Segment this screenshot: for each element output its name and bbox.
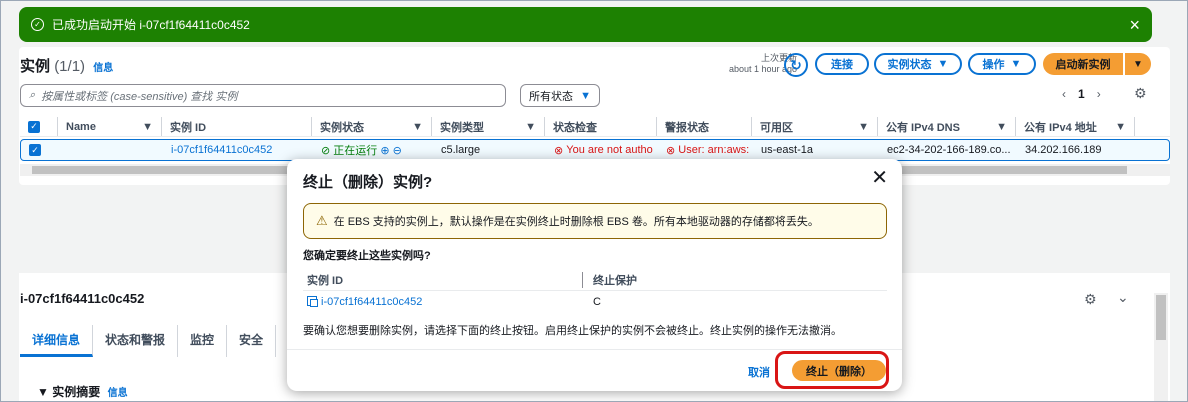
terminate-dialog: 终止（删除）实例? ✕ ⚠ 在 EBS 支持的实例上，默认操作是在实例终止时删除… <box>287 159 902 391</box>
close-icon[interactable]: ✕ <box>871 168 888 188</box>
table-header: 实例 ID 终止保护 <box>303 269 887 291</box>
instances-confirm-table: 实例 ID 终止保护 i-07cf1f64411c0c452 C <box>303 269 887 313</box>
warning-text: 在 EBS 支持的实例上，默认操作是在实例终止时删除根 EBS 卷。所有本地驱动… <box>333 216 819 228</box>
cell-instance-id[interactable]: i-07cf1f64411c0c452 <box>303 296 583 308</box>
terminate-button[interactable]: 终止（删除） <box>792 360 886 381</box>
col-instance-id: 实例 ID <box>303 271 583 288</box>
col-termination-protection: 终止保护 <box>593 274 637 287</box>
warning-icon: ⚠ <box>316 213 328 228</box>
confirm-note: 要确认您想要删除实例，请选择下面的终止按钮。启用终止保护的实例不会被终止。终止实… <box>303 325 842 337</box>
cancel-button[interactable]: 取消 <box>748 364 770 380</box>
instance-id-link[interactable]: i-07cf1f64411c0c452 <box>321 296 422 308</box>
table-row: i-07cf1f64411c0c452 C <box>303 291 887 313</box>
warning-alert: ⚠ 在 EBS 支持的实例上，默认操作是在实例终止时删除根 EBS 卷。所有本地… <box>303 203 887 239</box>
footer-divider <box>287 349 902 350</box>
copy-icon[interactable] <box>307 296 318 307</box>
cell-protection: C <box>593 296 601 308</box>
app-frame: ✓ 已成功启动开始 i-07cf1f64411c0c452 × 实例 (1/1)… <box>0 0 1188 402</box>
dialog-title: 终止（删除）实例? <box>303 174 433 191</box>
confirm-question: 您确定要终止这些实例吗? <box>303 250 431 262</box>
